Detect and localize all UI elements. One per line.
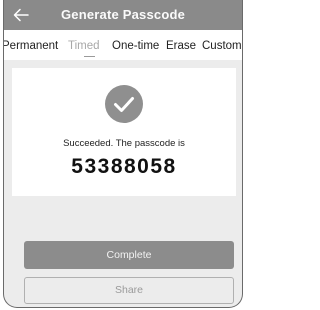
- app-header: Generate Passcode: [4, 0, 242, 30]
- passcode-type-tabs: Permanent Timed One-time Erase Custom: [4, 30, 242, 60]
- success-message: Succeeded. The passcode is: [63, 138, 185, 149]
- complete-button[interactable]: Complete: [24, 241, 234, 269]
- passcode-value: 53388058: [71, 155, 177, 178]
- share-button[interactable]: Share: [24, 277, 234, 304]
- result-card: Succeeded. The passcode is 53388058: [12, 68, 236, 196]
- tab-erase[interactable]: Erase: [166, 40, 196, 52]
- tab-timed[interactable]: Timed: [68, 40, 100, 52]
- phone-frame: Generate Passcode Permanent Timed One-ti…: [3, 0, 243, 308]
- tab-one-time[interactable]: One-time: [112, 40, 159, 52]
- checkmark-circle-icon: [105, 85, 143, 123]
- active-tab-indicator: [84, 56, 95, 57]
- tab-permanent[interactable]: Permanent: [4, 40, 58, 52]
- page-title: Generate Passcode: [60, 7, 186, 22]
- tab-custom[interactable]: Custom: [202, 40, 242, 52]
